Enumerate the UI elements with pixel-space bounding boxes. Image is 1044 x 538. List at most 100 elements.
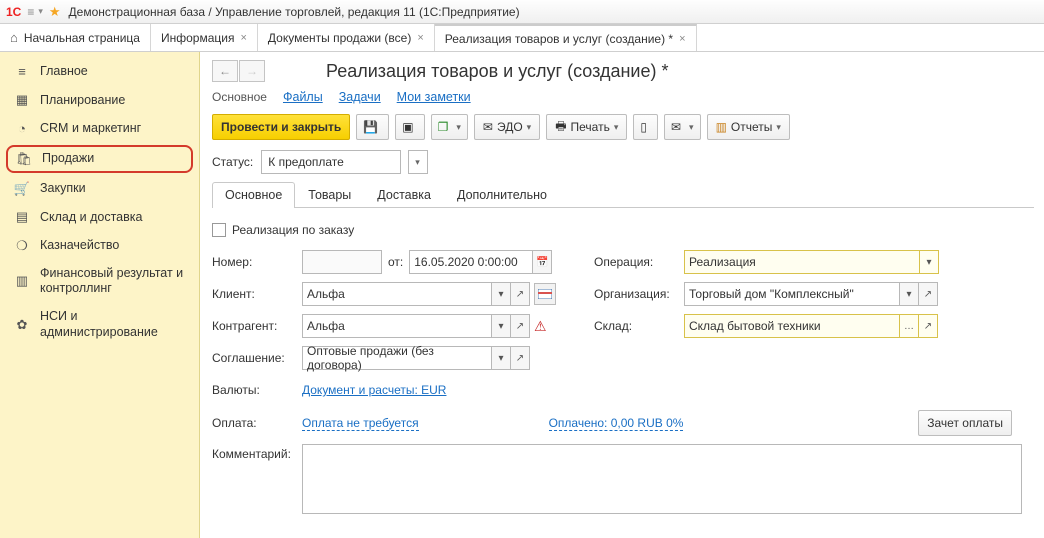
organization-field[interactable]: Торговый дом "Комплексный" [684, 282, 900, 306]
counterparty-open-button[interactable]: ↗ [510, 314, 530, 338]
counterparty-dropdown[interactable]: ▾ [491, 314, 511, 338]
sidebar: ≡Главное ▦Планирование ◔CRM и маркетинг … [0, 52, 200, 538]
edo-button[interactable]: ✉ЭДО▾ [474, 114, 540, 140]
sidebar-item-crm[interactable]: ◔CRM и маркетинг [0, 115, 199, 143]
sidebar-item-warehouse[interactable]: ▤Склад и доставка [0, 203, 199, 231]
sidebar-item-nsi[interactable]: ✿НСИ и администрирование [0, 303, 199, 346]
subtab-tasks[interactable]: Задачи [339, 90, 381, 104]
client-open-button[interactable]: ↗ [510, 282, 530, 306]
chevron-down-icon: ▾ [527, 122, 532, 133]
organization-label: Организация: [594, 287, 684, 301]
offset-payment-button[interactable]: Зачет оплаты [918, 410, 1012, 436]
menu-icon: ≡ [12, 64, 32, 80]
briefcase-icon: 🛍 [14, 151, 34, 167]
comment-textarea[interactable] [302, 444, 1022, 514]
client-label: Клиент: [212, 287, 302, 301]
subtab-notes[interactable]: Мои заметки [397, 90, 471, 104]
payment-label: Оплата: [212, 416, 302, 430]
counterparty-label: Контрагент: [212, 319, 302, 333]
tab-close-icon[interactable]: × [417, 32, 423, 44]
pie-chart-icon: ◔ [12, 121, 32, 137]
sidebar-item-main[interactable]: ≡Главное [0, 58, 199, 86]
date-field[interactable]: 16.05.2020 0:00:00 [409, 250, 533, 274]
realization-by-order-checkbox[interactable] [212, 223, 226, 237]
dropdown-icon[interactable]: ▾ [38, 6, 43, 17]
page-title: Реализация товаров и услуг (создание) * [326, 61, 668, 82]
envelope-icon: ✉ [671, 120, 681, 134]
sidebar-item-purchases[interactable]: 🛒Закупки [0, 175, 199, 203]
realization-by-order-label: Реализация по заказу [232, 223, 354, 237]
post-button[interactable]: ▣ [395, 114, 424, 140]
client-field[interactable]: Альфа [302, 282, 492, 306]
organization-open-button[interactable]: ↗ [918, 282, 938, 306]
tab-info[interactable]: Информация × [151, 24, 258, 51]
printer-icon: 🖶 [555, 117, 566, 138]
save-button[interactable]: 💾 [356, 114, 389, 140]
tab-realization-label: Реализация товаров и услуг (создание) * [445, 32, 673, 46]
mail-button[interactable]: ✉▾ [664, 114, 701, 140]
bar-chart-icon: ▥ [12, 273, 32, 289]
paid-amount-link[interactable]: Оплачено: 0,00 RUB 0% [549, 416, 684, 431]
number-field[interactable] [302, 250, 382, 274]
agreement-field[interactable]: Оптовые продажи (без договора) [302, 346, 492, 370]
counterparty-field[interactable]: Альфа [302, 314, 492, 338]
post-icon: ▣ [402, 120, 413, 134]
reports-button[interactable]: ▥Отчеты▾ [707, 114, 790, 140]
status-label: Статус: [212, 155, 253, 169]
operation-dropdown[interactable]: ▾ [919, 250, 939, 274]
window-title: Демонстрационная база / Управление торго… [69, 5, 520, 19]
operation-label: Операция: [594, 255, 684, 269]
envelope-icon: ✉ [483, 120, 493, 134]
payment-not-required-link[interactable]: Оплата не требуется [302, 416, 419, 431]
tab-home-label: Начальная страница [24, 31, 140, 45]
sidebar-item-sales[interactable]: 🛍Продажи [6, 145, 193, 173]
organization-dropdown[interactable]: ▾ [899, 282, 919, 306]
tab-sales-docs[interactable]: Документы продажи (все) × [258, 24, 435, 51]
form-tab-goods[interactable]: Товары [295, 182, 364, 208]
form-tab-extra[interactable]: Дополнительно [444, 182, 560, 208]
chevron-down-icon: ▾ [776, 122, 781, 133]
date-from-label: от: [388, 255, 403, 269]
tab-realization-create[interactable]: Реализация товаров и услуг (создание) * … [435, 24, 697, 51]
status-select[interactable]: К предоплате [261, 150, 401, 174]
warehouse-more-button[interactable]: … [899, 314, 919, 338]
gear-icon: ✿ [12, 317, 32, 333]
agreement-open-button[interactable]: ↗ [510, 346, 530, 370]
warehouse-open-button[interactable]: ↗ [918, 314, 938, 338]
subtab-main[interactable]: Основное [212, 90, 267, 104]
tab-home[interactable]: ⌂ Начальная страница [0, 24, 151, 51]
client-card-button[interactable] [534, 283, 556, 305]
agreement-label: Соглашение: [212, 351, 302, 365]
sidebar-item-planning[interactable]: ▦Планирование [0, 86, 199, 114]
tab-close-icon[interactable]: × [240, 32, 246, 44]
agreement-dropdown[interactable]: ▾ [491, 346, 511, 370]
print-button[interactable]: 🖶Печать▾ [546, 114, 627, 140]
create-based-on-button[interactable]: ❐▾ [431, 114, 468, 140]
save-icon: 💾 [363, 120, 378, 134]
nav-forward-button[interactable]: → [239, 60, 265, 82]
boxes-icon: ▤ [12, 209, 32, 225]
form-tab-delivery[interactable]: Доставка [364, 182, 444, 208]
warehouse-field[interactable]: Склад бытовой техники [684, 314, 900, 338]
cart-icon: 🛒 [12, 181, 32, 197]
operation-field[interactable]: Реализация [684, 250, 920, 274]
menu-toggle-icon[interactable]: ≡ [27, 5, 34, 19]
currency-link[interactable]: Документ и расчеты: EUR [302, 383, 446, 397]
status-select-dropdown[interactable]: ▾ [408, 150, 428, 174]
tab-info-label: Информация [161, 31, 234, 45]
chart-icon: ▥ [716, 120, 727, 134]
form-tab-main[interactable]: Основное [212, 182, 295, 208]
client-dropdown[interactable]: ▾ [491, 282, 511, 306]
sidebar-item-treasury[interactable]: ❍Казначейство [0, 232, 199, 260]
nav-back-button[interactable]: ← [212, 60, 238, 82]
currency-label: Валюты: [212, 383, 302, 397]
files-button[interactable]: ▯ [633, 114, 658, 140]
tab-close-icon[interactable]: × [679, 33, 685, 45]
calendar-button[interactable]: 📅 [532, 250, 552, 274]
subtab-files[interactable]: Файлы [283, 90, 323, 104]
favorite-icon[interactable]: ★ [49, 4, 61, 20]
home-icon: ⌂ [10, 30, 18, 45]
copy-plus-icon: ❐ [438, 120, 449, 134]
post-and-close-button[interactable]: Провести и закрыть [212, 114, 350, 140]
sidebar-item-finresult[interactable]: ▥Финансовый результат и контроллинг [0, 260, 199, 303]
